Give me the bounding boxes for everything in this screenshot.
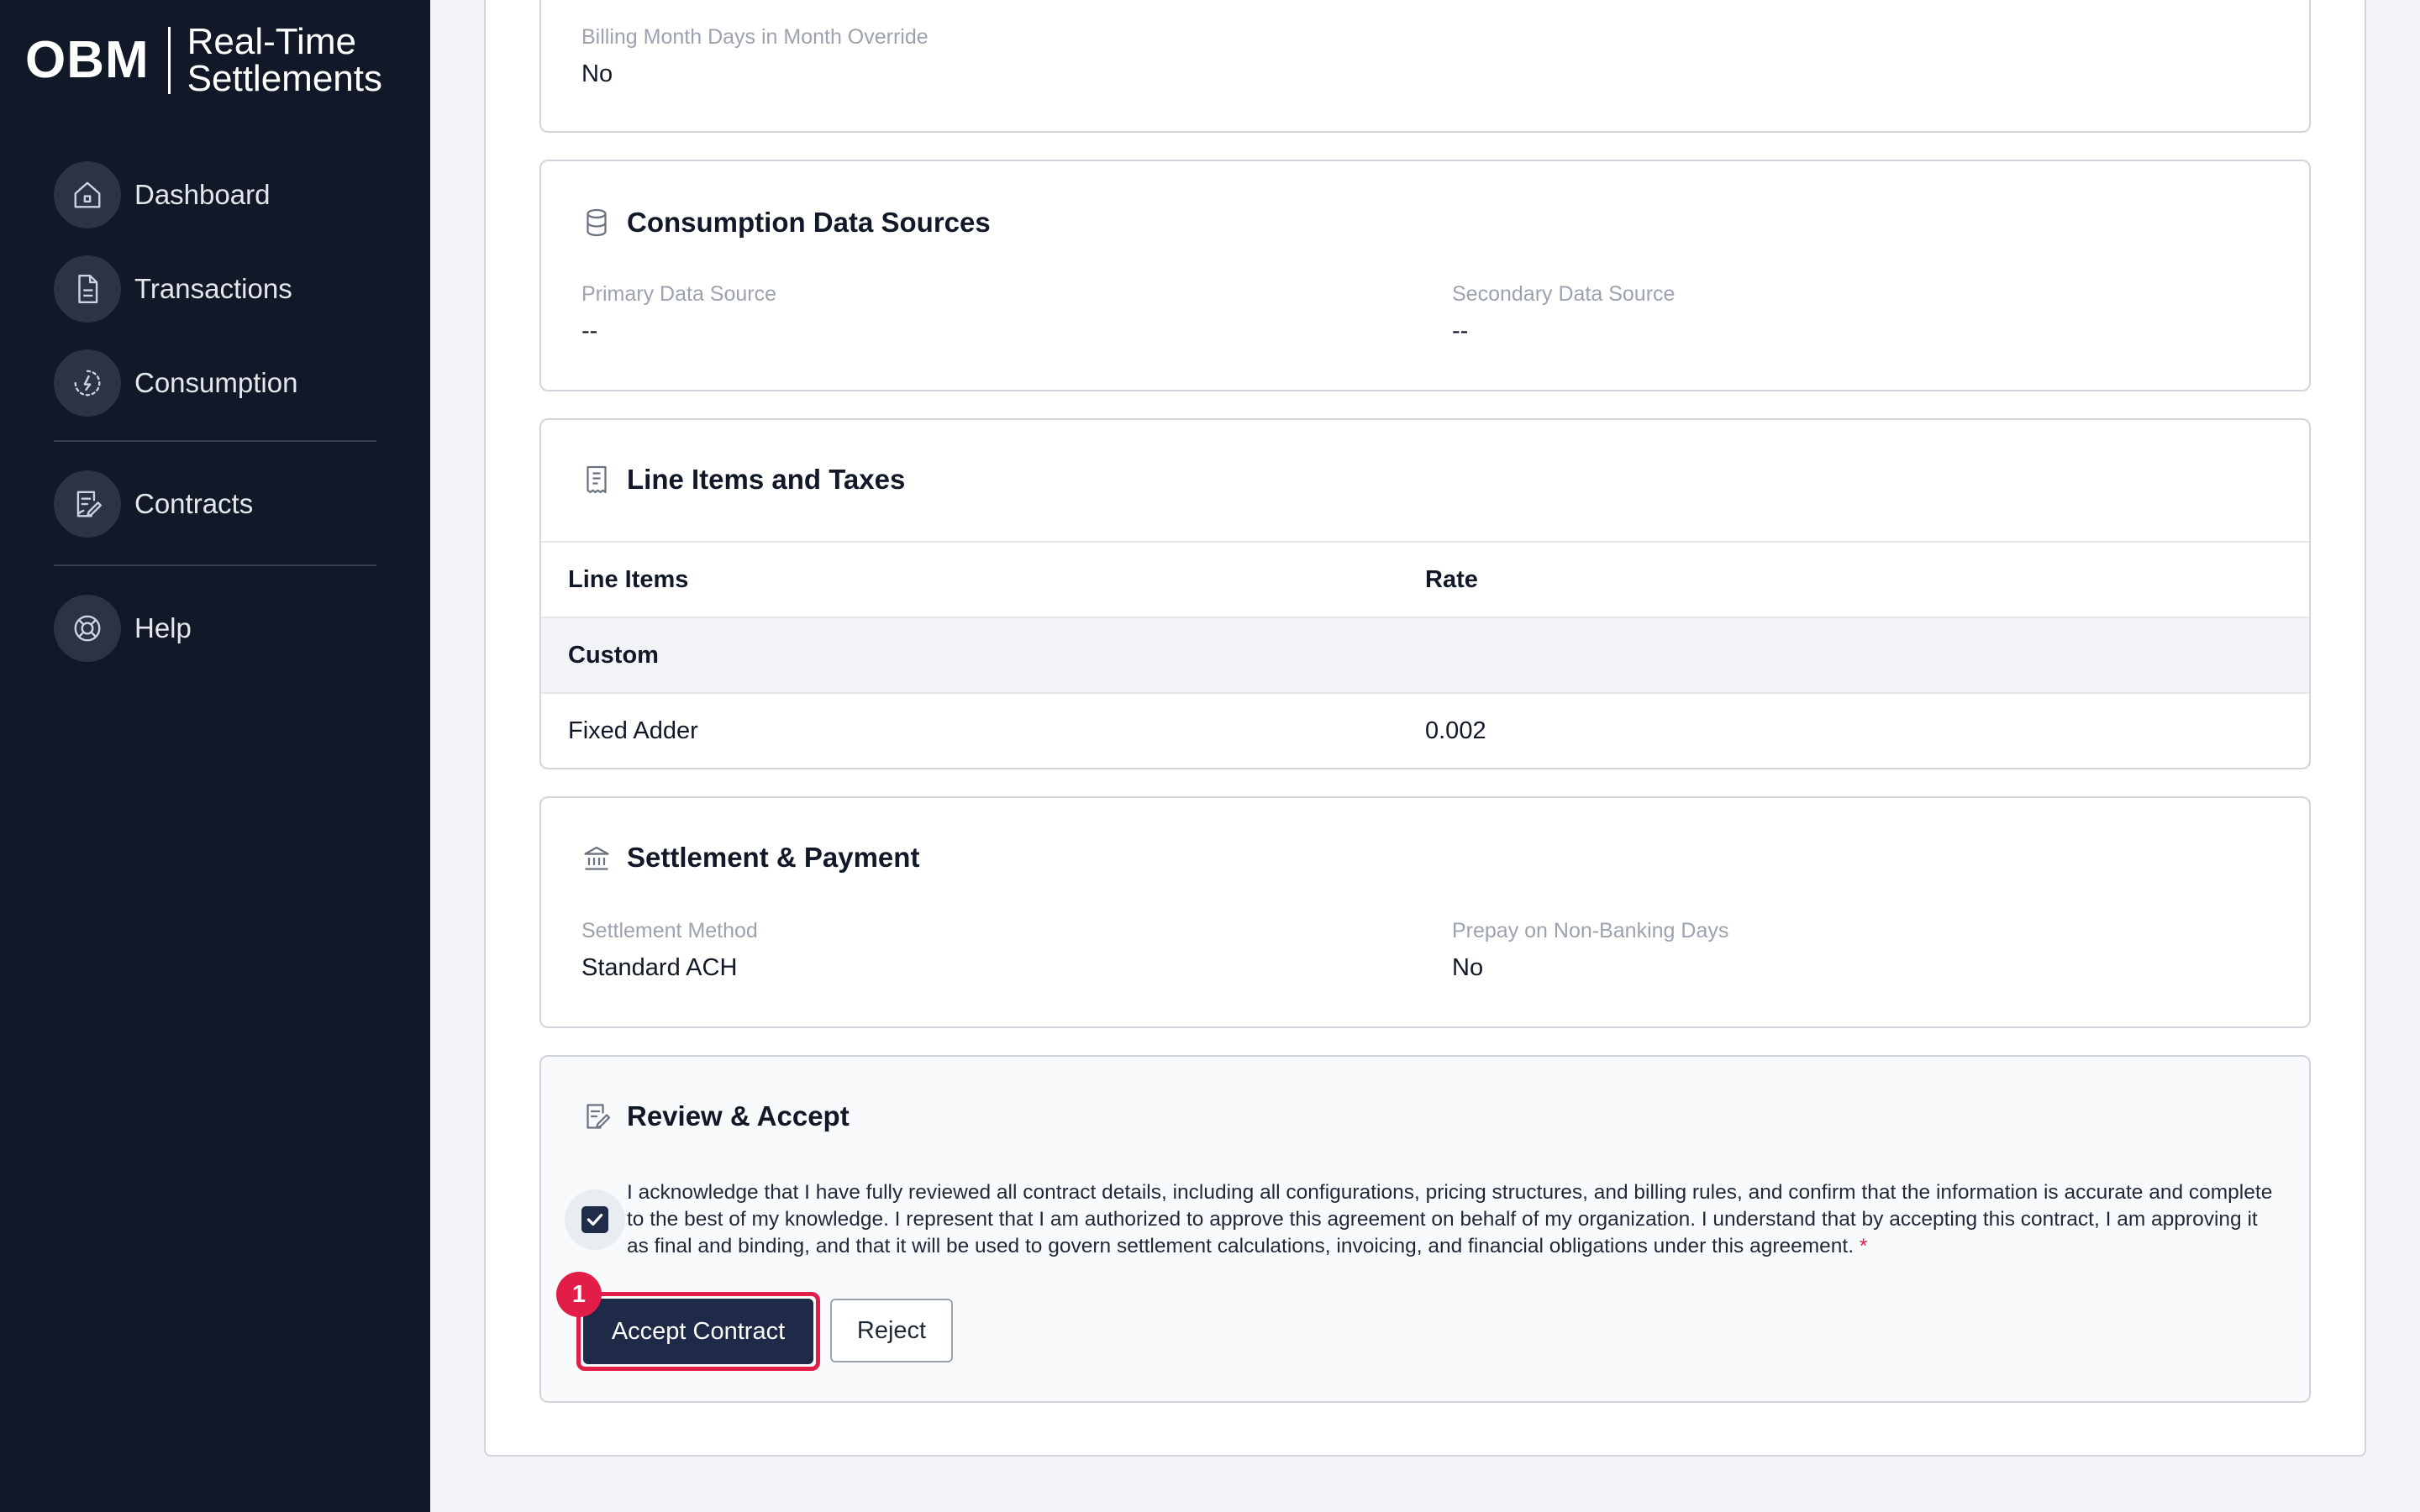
sidebar-item-dashboard[interactable]: Dashboard [54, 161, 376, 228]
checkmark-icon [581, 1206, 608, 1233]
brand-divider [167, 27, 171, 94]
prepay-non-banking-value: No [1452, 954, 1484, 981]
sidebar-nav: Dashboard Transactions Consumption Contr… [54, 161, 376, 689]
group-label: Custom [568, 641, 659, 669]
sidebar-item-consumption[interactable]: Consumption [54, 349, 376, 417]
line-items-table: Line Items Rate Custom Fixed Adder 0.002 [541, 541, 2309, 768]
billing-section: Billing Month Days in Month Override No [539, 0, 2311, 133]
primary-data-source-label: Primary Data Source [581, 282, 777, 306]
sidebar-item-help[interactable]: Help [54, 595, 376, 662]
step-badge: 1 [556, 1272, 602, 1317]
brand-product-line1: Real-Time [187, 21, 356, 62]
table-row: Fixed Adder 0.002 [541, 692, 2309, 768]
consumption-sources-section: Consumption Data Sources Primary Data So… [539, 160, 2311, 391]
lifebuoy-icon [54, 595, 121, 662]
sidebar-divider [54, 440, 376, 442]
primary-data-source-value: -- [581, 318, 598, 344]
brand-mark: OBM [25, 31, 150, 89]
line-items-section: Line Items and Taxes Line Items Rate Cus… [539, 418, 2311, 769]
database-icon [587, 208, 607, 237]
section-title: Review & Accept [627, 1100, 850, 1131]
billing-days-override-value: No [581, 60, 613, 87]
table-group-row: Custom [541, 617, 2309, 692]
sidebar-item-label: Help [134, 612, 192, 643]
settlement-method-label: Settlement Method [581, 919, 758, 942]
reject-button[interactable]: Reject [830, 1299, 953, 1362]
sidebar-divider [54, 564, 376, 566]
contract-sign-icon [587, 1104, 611, 1129]
prepay-non-banking-label: Prepay on Non-Banking Days [1452, 919, 1729, 942]
section-header: Consumption Data Sources [581, 207, 991, 239]
section-title: Line Items and Taxes [627, 464, 906, 495]
table-header-row: Line Items Rate [541, 541, 2309, 617]
sidebar: OBM Real-Time Settlements Dashboard Tran… [0, 0, 430, 1512]
settlement-payment-section: Settlement & Payment Settlement Method S… [539, 796, 2311, 1028]
secondary-data-source-value: -- [1452, 318, 1469, 344]
brand-logo[interactable]: OBM Real-Time Settlements [25, 24, 382, 97]
billing-days-override-label: Billing Month Days in Month Override [581, 25, 929, 49]
accept-contract-button[interactable]: Accept Contract [583, 1299, 813, 1364]
secondary-data-source-label: Secondary Data Source [1452, 282, 1676, 306]
document-icon [54, 255, 121, 323]
sidebar-item-label: Transactions [134, 273, 292, 304]
line-item-name: Fixed Adder [568, 717, 698, 744]
column-header-rate: Rate [1425, 565, 1478, 593]
required-marker: * [1859, 1235, 1868, 1257]
acknowledgement-text[interactable]: I acknowledge that I have fully reviewed… [627, 1179, 2274, 1260]
sidebar-item-label: Dashboard [134, 179, 271, 210]
sidebar-item-transactions[interactable]: Transactions [54, 255, 376, 323]
bank-icon [584, 846, 609, 870]
acknowledge-checkbox[interactable] [565, 1189, 625, 1250]
sidebar-item-label: Contracts [134, 488, 254, 519]
section-header: Review & Accept [581, 1100, 850, 1132]
receipt-icon [587, 465, 607, 494]
section-header: Settlement & Payment [581, 842, 919, 874]
section-title: Consumption Data Sources [627, 207, 991, 238]
acknowledgement-body: I acknowledge that I have fully reviewed… [627, 1181, 2273, 1257]
settlement-method-value: Standard ACH [581, 954, 738, 981]
sidebar-item-contracts[interactable]: Contracts [54, 470, 376, 538]
section-header: Line Items and Taxes [581, 464, 905, 496]
brand-product-name: Real-Time Settlements [187, 24, 382, 97]
contract-edit-icon [54, 470, 121, 538]
column-header-line-items: Line Items [568, 565, 689, 593]
line-item-rate: 0.002 [1425, 717, 1486, 744]
meter-icon [54, 349, 121, 417]
review-accept-section: Review & Accept I acknowledge that I hav… [539, 1055, 2311, 1403]
section-title: Settlement & Payment [627, 842, 920, 873]
brand-product-line2: Settlements [187, 58, 382, 99]
home-icon [54, 161, 121, 228]
sidebar-item-label: Consumption [134, 367, 298, 398]
